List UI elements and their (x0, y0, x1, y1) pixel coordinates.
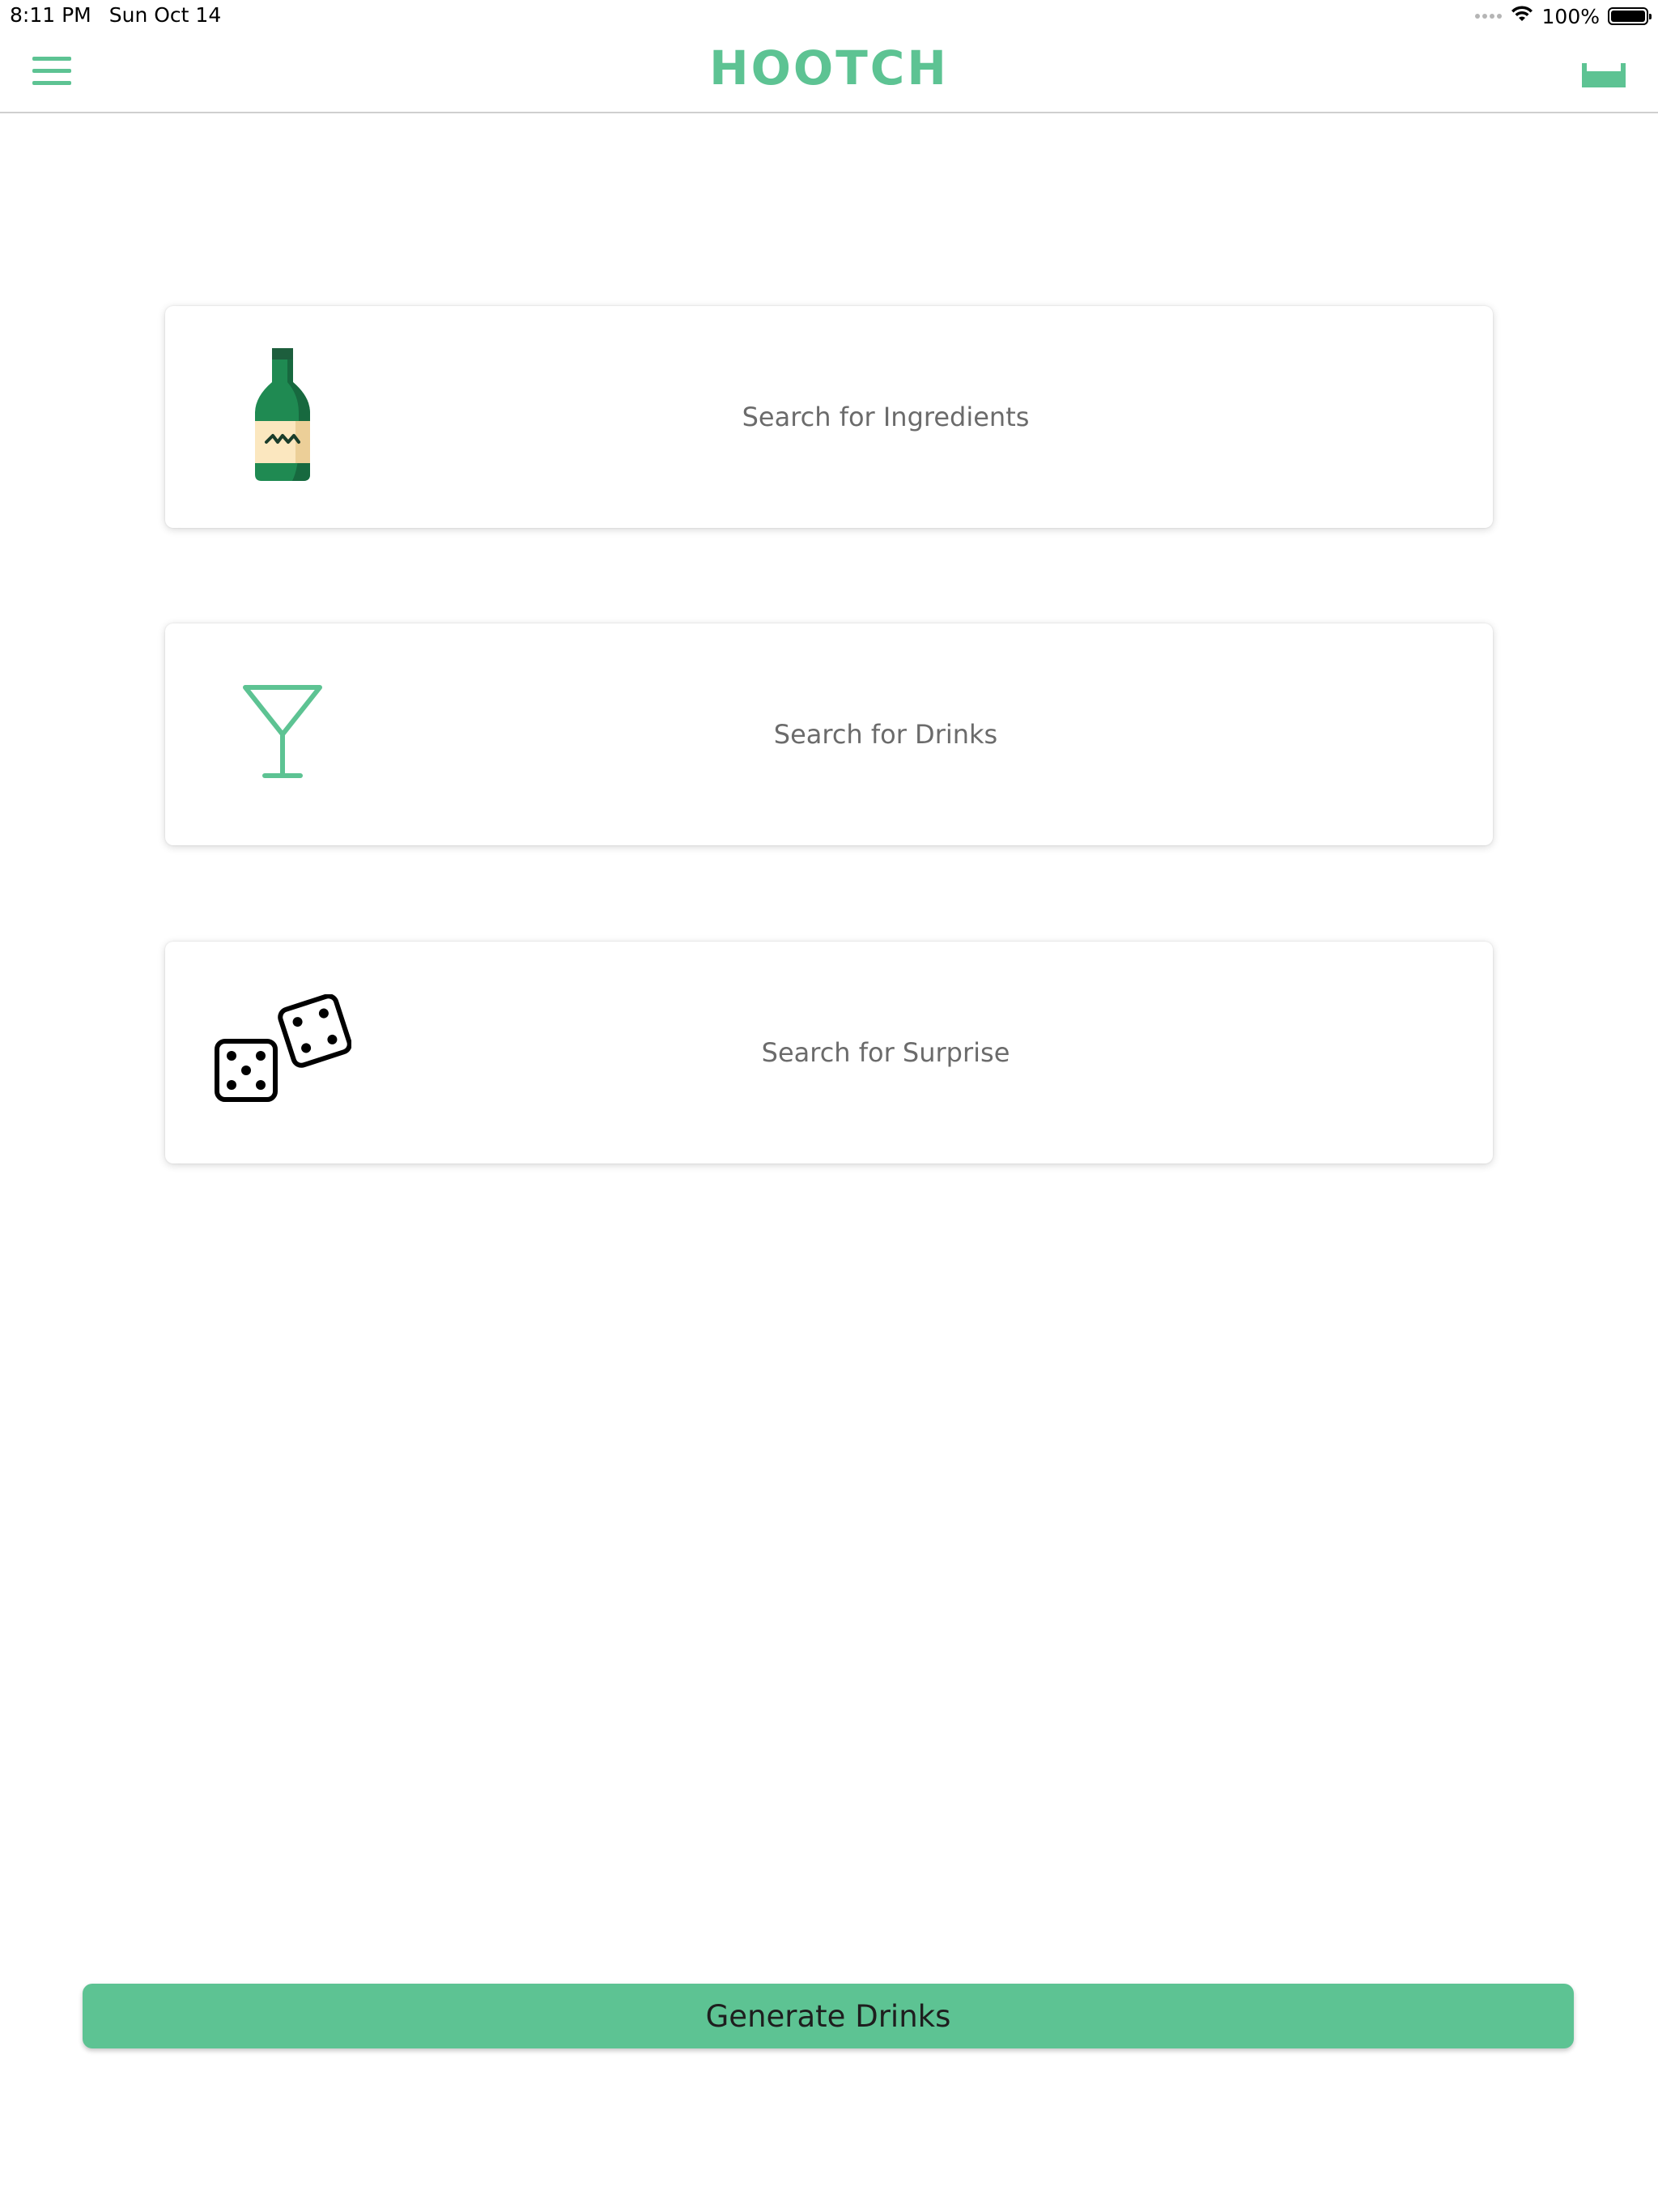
search-surprise-label: Search for Surprise (761, 1037, 1010, 1068)
cart-icon (1582, 63, 1626, 87)
battery-fill (1611, 11, 1645, 22)
battery-percent: 100% (1541, 4, 1600, 28)
wifi-icon (1510, 4, 1534, 28)
signal-dots-icon (1474, 14, 1502, 19)
status-right: 100% (1474, 3, 1652, 29)
search-ingredients-label: Search for Ingredients (742, 402, 1030, 432)
search-surprise-card[interactable]: Search for Surprise (165, 942, 1493, 1163)
status-left: 8:11 PM Sun Oct 14 (10, 3, 221, 27)
nav-bar: HOOTCH (0, 32, 1658, 113)
status-time: 8:11 PM (10, 3, 91, 27)
app-screen: 8:11 PM Sun Oct 14 100% HOOTCH Search fo… (0, 0, 1658, 2212)
generate-drinks-button[interactable]: Generate Drinks (83, 1984, 1574, 2048)
app-title: HOOTCH (709, 40, 949, 96)
status-date: Sun Oct 14 (108, 3, 222, 27)
search-drinks-card[interactable]: Search for Drinks (165, 623, 1493, 845)
status-bar: 8:11 PM Sun Oct 14 100% (0, 0, 1658, 32)
search-drinks-label: Search for Drinks (773, 719, 998, 750)
battery-icon (1608, 7, 1652, 25)
search-ingredients-card[interactable]: Search for Ingredients (165, 306, 1493, 528)
cart-button[interactable] (1582, 63, 1626, 91)
